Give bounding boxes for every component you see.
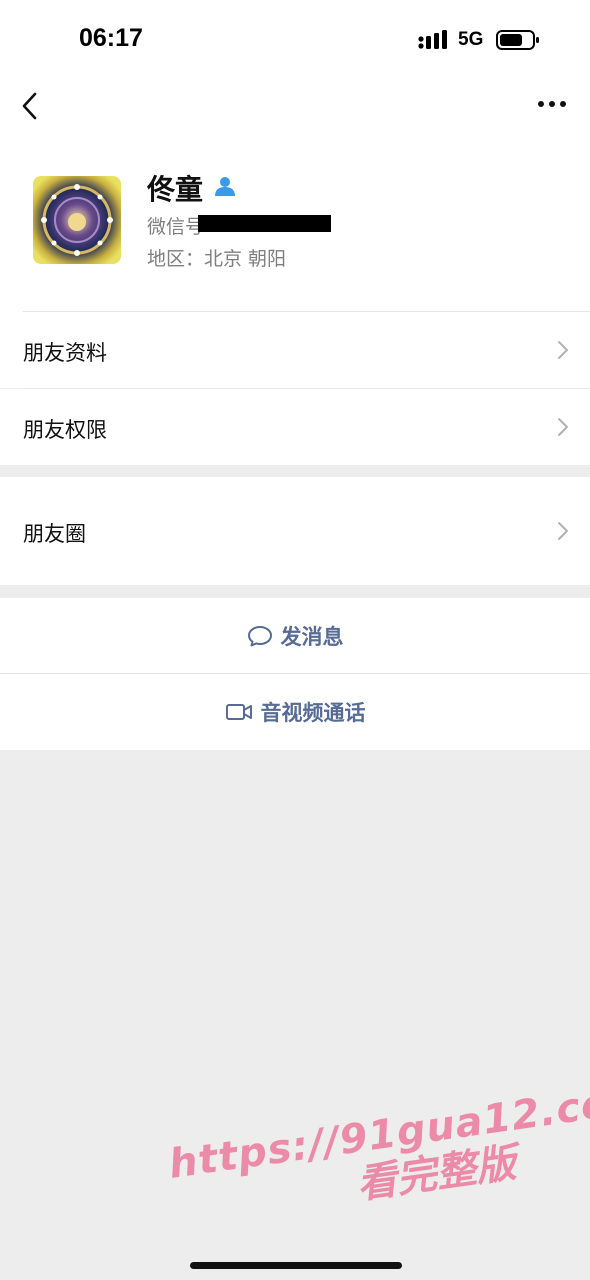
- moments-row[interactable]: 朋友圈: [0, 477, 590, 585]
- status-bar: 06:17 5G: [0, 0, 590, 76]
- moments-label: 朋友圈: [23, 522, 86, 546]
- wechat-id: 微信号: [147, 212, 204, 239]
- redaction-bar: [198, 215, 331, 232]
- contact-name: 佟童: [147, 173, 204, 206]
- contact-region: 地区：北京 朝阳: [147, 248, 287, 270]
- avatar[interactable]: [33, 176, 121, 264]
- chevron-left-icon[interactable]: [16, 88, 46, 124]
- video-call-label: 音视频通话: [260, 701, 366, 725]
- wechat-id-label: 微信号: [147, 216, 205, 238]
- friend-permissions-row[interactable]: 朋友权限: [0, 389, 590, 465]
- signal-icon: [418, 30, 447, 49]
- more-dots-icon[interactable]: [534, 92, 570, 116]
- network-type: 5G: [458, 29, 484, 50]
- chevron-right-icon: [558, 418, 568, 436]
- chevron-right-icon: [558, 341, 568, 359]
- chevron-right-icon: [558, 522, 568, 540]
- send-message-label: 发消息: [280, 625, 344, 649]
- friend-permissions-label: 朋友权限: [23, 418, 107, 442]
- nav-bar: [0, 76, 590, 136]
- send-message-button[interactable]: 发消息: [0, 598, 590, 674]
- video-camera-icon: [225, 704, 252, 720]
- avatar-image: [33, 176, 121, 264]
- friend-profile-label: 朋友资料: [23, 341, 107, 365]
- status-time: 06:17: [79, 24, 143, 52]
- video-call-button[interactable]: 音视频通话: [0, 674, 590, 750]
- friend-profile-row[interactable]: 朋友资料: [0, 312, 590, 388]
- profile-header: 佟童 微信号 地区：北京 朝阳: [0, 136, 590, 312]
- chat-bubble-icon: [247, 626, 272, 647]
- user-icon: [215, 177, 235, 196]
- home-indicator[interactable]: [190, 1262, 402, 1269]
- watermark: https://91gua12.com 看完整版: [166, 1075, 590, 1234]
- battery-icon: [496, 30, 539, 50]
